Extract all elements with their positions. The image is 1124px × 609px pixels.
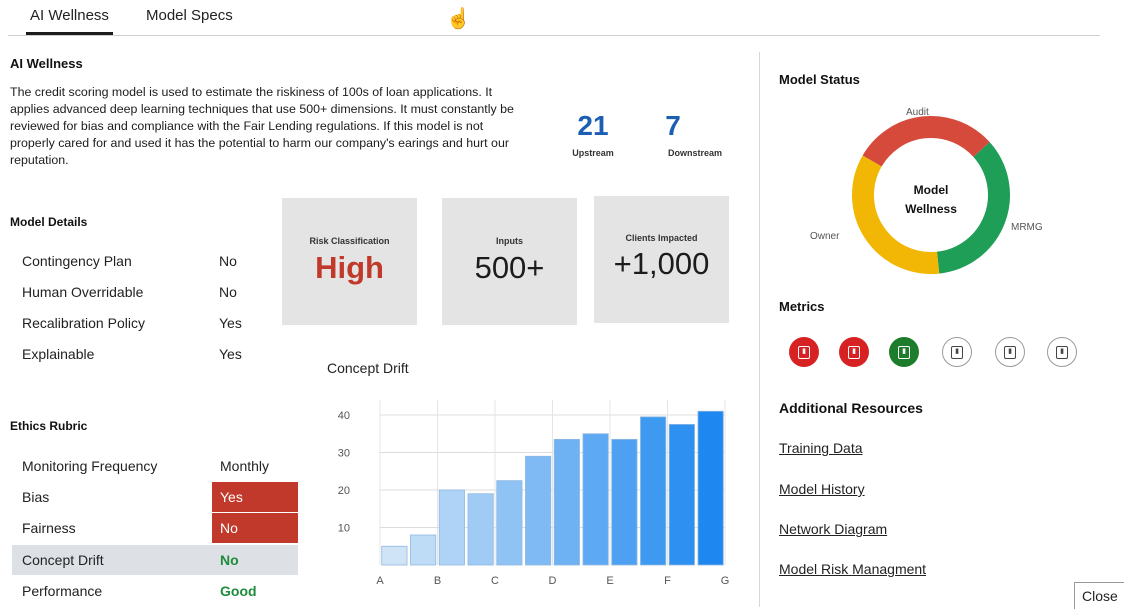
metric-status-icon[interactable]: ▮ [1047,337,1077,367]
donut-segment [862,116,990,167]
card-title: Inputs [496,236,523,246]
risk-classification-card: Risk Classification High [282,198,417,325]
rubric-row: Fairness No [12,513,298,543]
card-title: Risk Classification [309,236,390,246]
detail-value: No [219,284,237,300]
rubric-label: Bias [22,489,50,505]
card-value: High [315,250,384,285]
detail-value: Yes [219,315,242,331]
card-title: Clients Impacted [625,233,698,243]
close-button[interactable]: Close [1074,582,1124,609]
clients-impacted-card: Clients Impacted +1,000 [594,196,729,323]
detail-label: Explainable [22,346,95,362]
bar [410,534,437,566]
y-tick-label: 10 [338,523,350,535]
donut-label-mrmg: MRMG [1011,222,1043,233]
bar [697,410,724,566]
donut-center-label: Model Wellness [892,181,970,219]
rubric-row: Performance Good [12,576,298,606]
y-tick-label: 40 [338,410,350,422]
report-icon: ▮ [798,345,810,359]
rubric-value: No [212,513,298,543]
downstream-count: 7 [665,110,681,141]
link-training-data[interactable]: Training Data [779,440,863,456]
report-icon: ▮ [1056,345,1068,359]
x-tick-label: C [491,575,499,587]
bar [525,455,552,566]
bar [668,423,695,566]
inputs-card: Inputs 500+ [442,198,577,325]
x-tick-label: G [721,575,730,587]
donut-center-line1: Model [913,183,949,197]
detail-label: Recalibration Policy [22,315,145,331]
x-tick-label: D [549,575,557,587]
rubric-label: Monitoring Frequency [22,458,158,474]
chart-title: Concept Drift [327,360,409,376]
page-title: AI Wellness [10,56,83,71]
y-tick-label: 20 [338,485,350,497]
bar [611,438,638,566]
upstream-count: 21 [577,110,609,141]
card-value: +1,000 [613,246,710,281]
bar [496,480,523,566]
detail-label: Contingency Plan [22,253,132,269]
bar [438,489,465,566]
x-tick-label: B [434,575,441,587]
bar [582,433,609,566]
link-network-diagram[interactable]: Network Diagram [779,521,887,537]
rubric-row: Bias Yes [12,482,298,512]
metric-status-icon[interactable]: ▮ [889,337,919,367]
detail-value: Yes [219,346,242,362]
ethics-rubric-title: Ethics Rubric [10,419,88,433]
card-value: 500+ [474,250,545,285]
hand-cursor-icon: ☝ [446,8,471,30]
metric-status-icon[interactable]: ▮ [942,337,972,367]
metric-status-icon[interactable]: ▮ [789,337,819,367]
concept-drift-chart: 10 20 30 40 A B C D E F G [338,400,730,587]
bar [381,545,408,566]
rubric-value: Monthly [220,458,270,474]
donut-label-owner: Owner [810,231,840,242]
metric-status-icon[interactable]: ▮ [995,337,1025,367]
metrics-title: Metrics [779,299,825,314]
x-tick-label: F [664,575,671,587]
upstream-label: Upstream [572,148,614,158]
detail-label: Human Overridable [22,284,144,300]
rubric-row: Concept Drift No [12,545,298,575]
link-model-history[interactable]: Model History [779,481,865,497]
x-tick-label: A [376,575,384,587]
tab-ai-wellness[interactable]: AI Wellness [26,7,113,35]
x-tick-label: E [606,575,613,587]
rubric-value: No [220,552,239,568]
rubric-value: Yes [212,482,298,512]
report-icon: ▮ [848,345,860,359]
vertical-divider [759,52,760,607]
metric-status-icon[interactable]: ▮ [839,337,869,367]
rubric-value: Good [220,583,257,599]
tab-bar: AI Wellness Model Specs [8,0,1100,36]
donut-label-audit: Audit [906,107,929,118]
rubric-label: Fairness [22,520,76,536]
donut-center-line2: Wellness [905,202,957,216]
tab-model-specs[interactable]: Model Specs [142,7,237,35]
bar [553,438,580,566]
bar [467,493,494,566]
additional-resources-title: Additional Resources [779,400,923,416]
bar [640,416,667,566]
model-status-title: Model Status [779,72,860,87]
model-details-title: Model Details [10,215,88,229]
detail-value: No [219,253,237,269]
rubric-label: Performance [22,583,103,599]
report-icon: ▮ [898,345,910,359]
model-description: The credit scoring model is used to esti… [10,85,514,167]
rubric-row: Monitoring Frequency Monthly [12,451,298,481]
link-model-risk-management[interactable]: Model Risk Managment [779,561,926,577]
report-icon: ▮ [951,345,963,359]
report-icon: ▮ [1004,345,1016,359]
rubric-label: Concept Drift [22,552,104,568]
y-tick-label: 30 [338,448,350,460]
downstream-label: Downstream [667,148,722,158]
